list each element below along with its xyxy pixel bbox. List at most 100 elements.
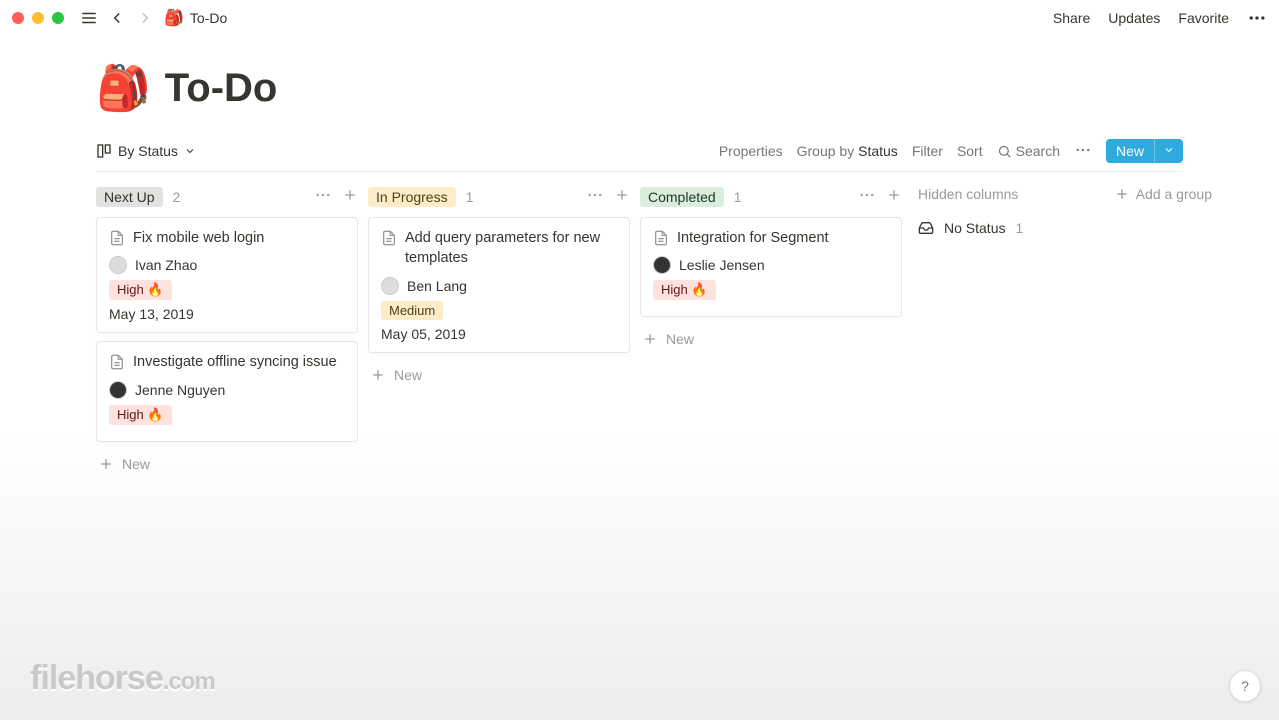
kanban-board: Next Up 2 Fix mobile web login Ivan Zhao… bbox=[96, 172, 1183, 478]
nav-forward-button[interactable] bbox=[136, 9, 154, 27]
plus-icon bbox=[642, 331, 658, 347]
board-column: Next Up 2 Fix mobile web login Ivan Zhao… bbox=[96, 186, 358, 478]
column-count: 1 bbox=[734, 189, 742, 205]
card-title: Investigate offline syncing issue bbox=[133, 352, 337, 372]
watermark-a: filehorse bbox=[30, 659, 163, 697]
column-header: In Progress 1 bbox=[368, 186, 630, 207]
column-name-tag[interactable]: In Progress bbox=[368, 187, 456, 207]
dots-horizontal-icon bbox=[586, 186, 604, 204]
view-picker[interactable]: By Status bbox=[96, 143, 196, 159]
add-card-button[interactable]: New bbox=[368, 361, 630, 389]
hamburger-icon bbox=[80, 9, 98, 27]
card-assignee: Leslie Jensen bbox=[653, 256, 889, 274]
group-by-label: Group by bbox=[797, 143, 858, 159]
priority-badge: Medium bbox=[381, 301, 443, 320]
share-button[interactable]: Share bbox=[1053, 10, 1090, 26]
search-icon bbox=[997, 144, 1012, 159]
chevron-left-icon bbox=[108, 9, 126, 27]
favorite-button[interactable]: Favorite bbox=[1178, 10, 1229, 26]
assignee-name: Leslie Jensen bbox=[679, 257, 765, 273]
page-icon bbox=[653, 230, 669, 246]
board-column: Completed 1 Integration for Segment Lesl… bbox=[640, 186, 902, 353]
column-add-button[interactable] bbox=[614, 187, 630, 206]
new-button-caret[interactable] bbox=[1154, 139, 1183, 163]
board-icon bbox=[96, 143, 112, 159]
plus-icon bbox=[98, 456, 114, 472]
chevron-right-icon bbox=[136, 9, 154, 27]
column-add-button[interactable] bbox=[342, 187, 358, 206]
avatar bbox=[109, 381, 127, 399]
view-more-button[interactable] bbox=[1074, 141, 1092, 162]
add-card-label: New bbox=[666, 331, 694, 347]
plus-icon bbox=[886, 187, 902, 203]
view-name: By Status bbox=[118, 143, 178, 159]
new-button[interactable]: New bbox=[1106, 139, 1183, 163]
window-zoom-button[interactable] bbox=[52, 12, 64, 24]
titlebar-left: 🎒 To-Do bbox=[12, 8, 227, 28]
titlebar: 🎒 To-Do Share Updates Favorite bbox=[0, 0, 1279, 36]
page-icon bbox=[381, 230, 397, 246]
nav-back-button[interactable] bbox=[108, 9, 126, 27]
avatar bbox=[109, 256, 127, 274]
board-card[interactable]: Investigate offline syncing issue Jenne … bbox=[96, 341, 358, 441]
dots-horizontal-icon bbox=[1247, 8, 1267, 28]
hidden-columns-label[interactable]: Hidden columns bbox=[918, 186, 1018, 202]
properties-button[interactable]: Properties bbox=[719, 143, 783, 159]
card-date: May 05, 2019 bbox=[381, 326, 617, 342]
page-more-button[interactable] bbox=[1247, 8, 1267, 28]
updates-button[interactable]: Updates bbox=[1108, 10, 1160, 26]
board-card[interactable]: Fix mobile web login Ivan Zhao High 🔥 Ma… bbox=[96, 217, 358, 333]
add-card-button[interactable]: New bbox=[96, 450, 358, 478]
board-side: Hidden columns Add a group No Status 1 bbox=[912, 186, 1212, 236]
plus-icon bbox=[1114, 186, 1130, 202]
column-more-button[interactable] bbox=[314, 186, 332, 207]
column-header: Completed 1 bbox=[640, 186, 902, 207]
card-assignee: Ben Lang bbox=[381, 277, 617, 295]
page-icon bbox=[109, 230, 125, 246]
filter-button[interactable]: Filter bbox=[912, 143, 943, 159]
inbox-icon bbox=[918, 220, 934, 236]
column-name-tag[interactable]: Completed bbox=[640, 187, 724, 207]
sidebar-toggle-button[interactable] bbox=[80, 9, 98, 27]
add-card-label: New bbox=[394, 367, 422, 383]
dots-horizontal-icon bbox=[1074, 141, 1092, 159]
dots-horizontal-icon bbox=[314, 186, 332, 204]
page-title[interactable]: To-Do bbox=[165, 66, 278, 111]
dots-horizontal-icon bbox=[858, 186, 876, 204]
window-minimize-button[interactable] bbox=[32, 12, 44, 24]
column-name-tag[interactable]: Next Up bbox=[96, 187, 163, 207]
no-status-group[interactable]: No Status 1 bbox=[918, 220, 1212, 236]
plus-icon bbox=[614, 187, 630, 203]
chevron-down-icon bbox=[1163, 144, 1175, 156]
assignee-name: Ben Lang bbox=[407, 278, 467, 294]
help-label: ? bbox=[1241, 678, 1249, 694]
window-close-button[interactable] bbox=[12, 12, 24, 24]
search-label: Search bbox=[1016, 143, 1060, 159]
view-controls: Properties Group by Status Filter Sort S… bbox=[719, 139, 1183, 163]
watermark: filehorse.com bbox=[30, 659, 215, 698]
priority-badge: High 🔥 bbox=[109, 405, 172, 425]
help-button[interactable]: ? bbox=[1229, 670, 1261, 702]
breadcrumb[interactable]: 🎒 To-Do bbox=[164, 8, 227, 28]
new-button-label: New bbox=[1106, 139, 1154, 163]
sort-button[interactable]: Sort bbox=[957, 143, 983, 159]
add-group-button[interactable]: Add a group bbox=[1114, 186, 1212, 202]
column-add-button[interactable] bbox=[886, 187, 902, 206]
search-button[interactable]: Search bbox=[997, 143, 1060, 159]
add-card-button[interactable]: New bbox=[640, 325, 902, 353]
column-more-button[interactable] bbox=[858, 186, 876, 207]
column-more-button[interactable] bbox=[586, 186, 604, 207]
page-emoji[interactable]: 🎒 bbox=[96, 67, 151, 111]
avatar bbox=[653, 256, 671, 274]
board-card[interactable]: Add query parameters for new templates B… bbox=[368, 217, 630, 353]
add-card-label: New bbox=[122, 456, 150, 472]
titlebar-right: Share Updates Favorite bbox=[1053, 8, 1267, 28]
assignee-name: Ivan Zhao bbox=[135, 257, 197, 273]
board-column: In Progress 1 Add query parameters for n… bbox=[368, 186, 630, 389]
card-date: May 13, 2019 bbox=[109, 306, 345, 322]
group-by-button[interactable]: Group by Status bbox=[797, 143, 898, 159]
card-assignee: Ivan Zhao bbox=[109, 256, 345, 274]
no-status-label: No Status bbox=[944, 220, 1005, 236]
card-title: Integration for Segment bbox=[677, 228, 829, 248]
board-card[interactable]: Integration for Segment Leslie Jensen Hi… bbox=[640, 217, 902, 317]
